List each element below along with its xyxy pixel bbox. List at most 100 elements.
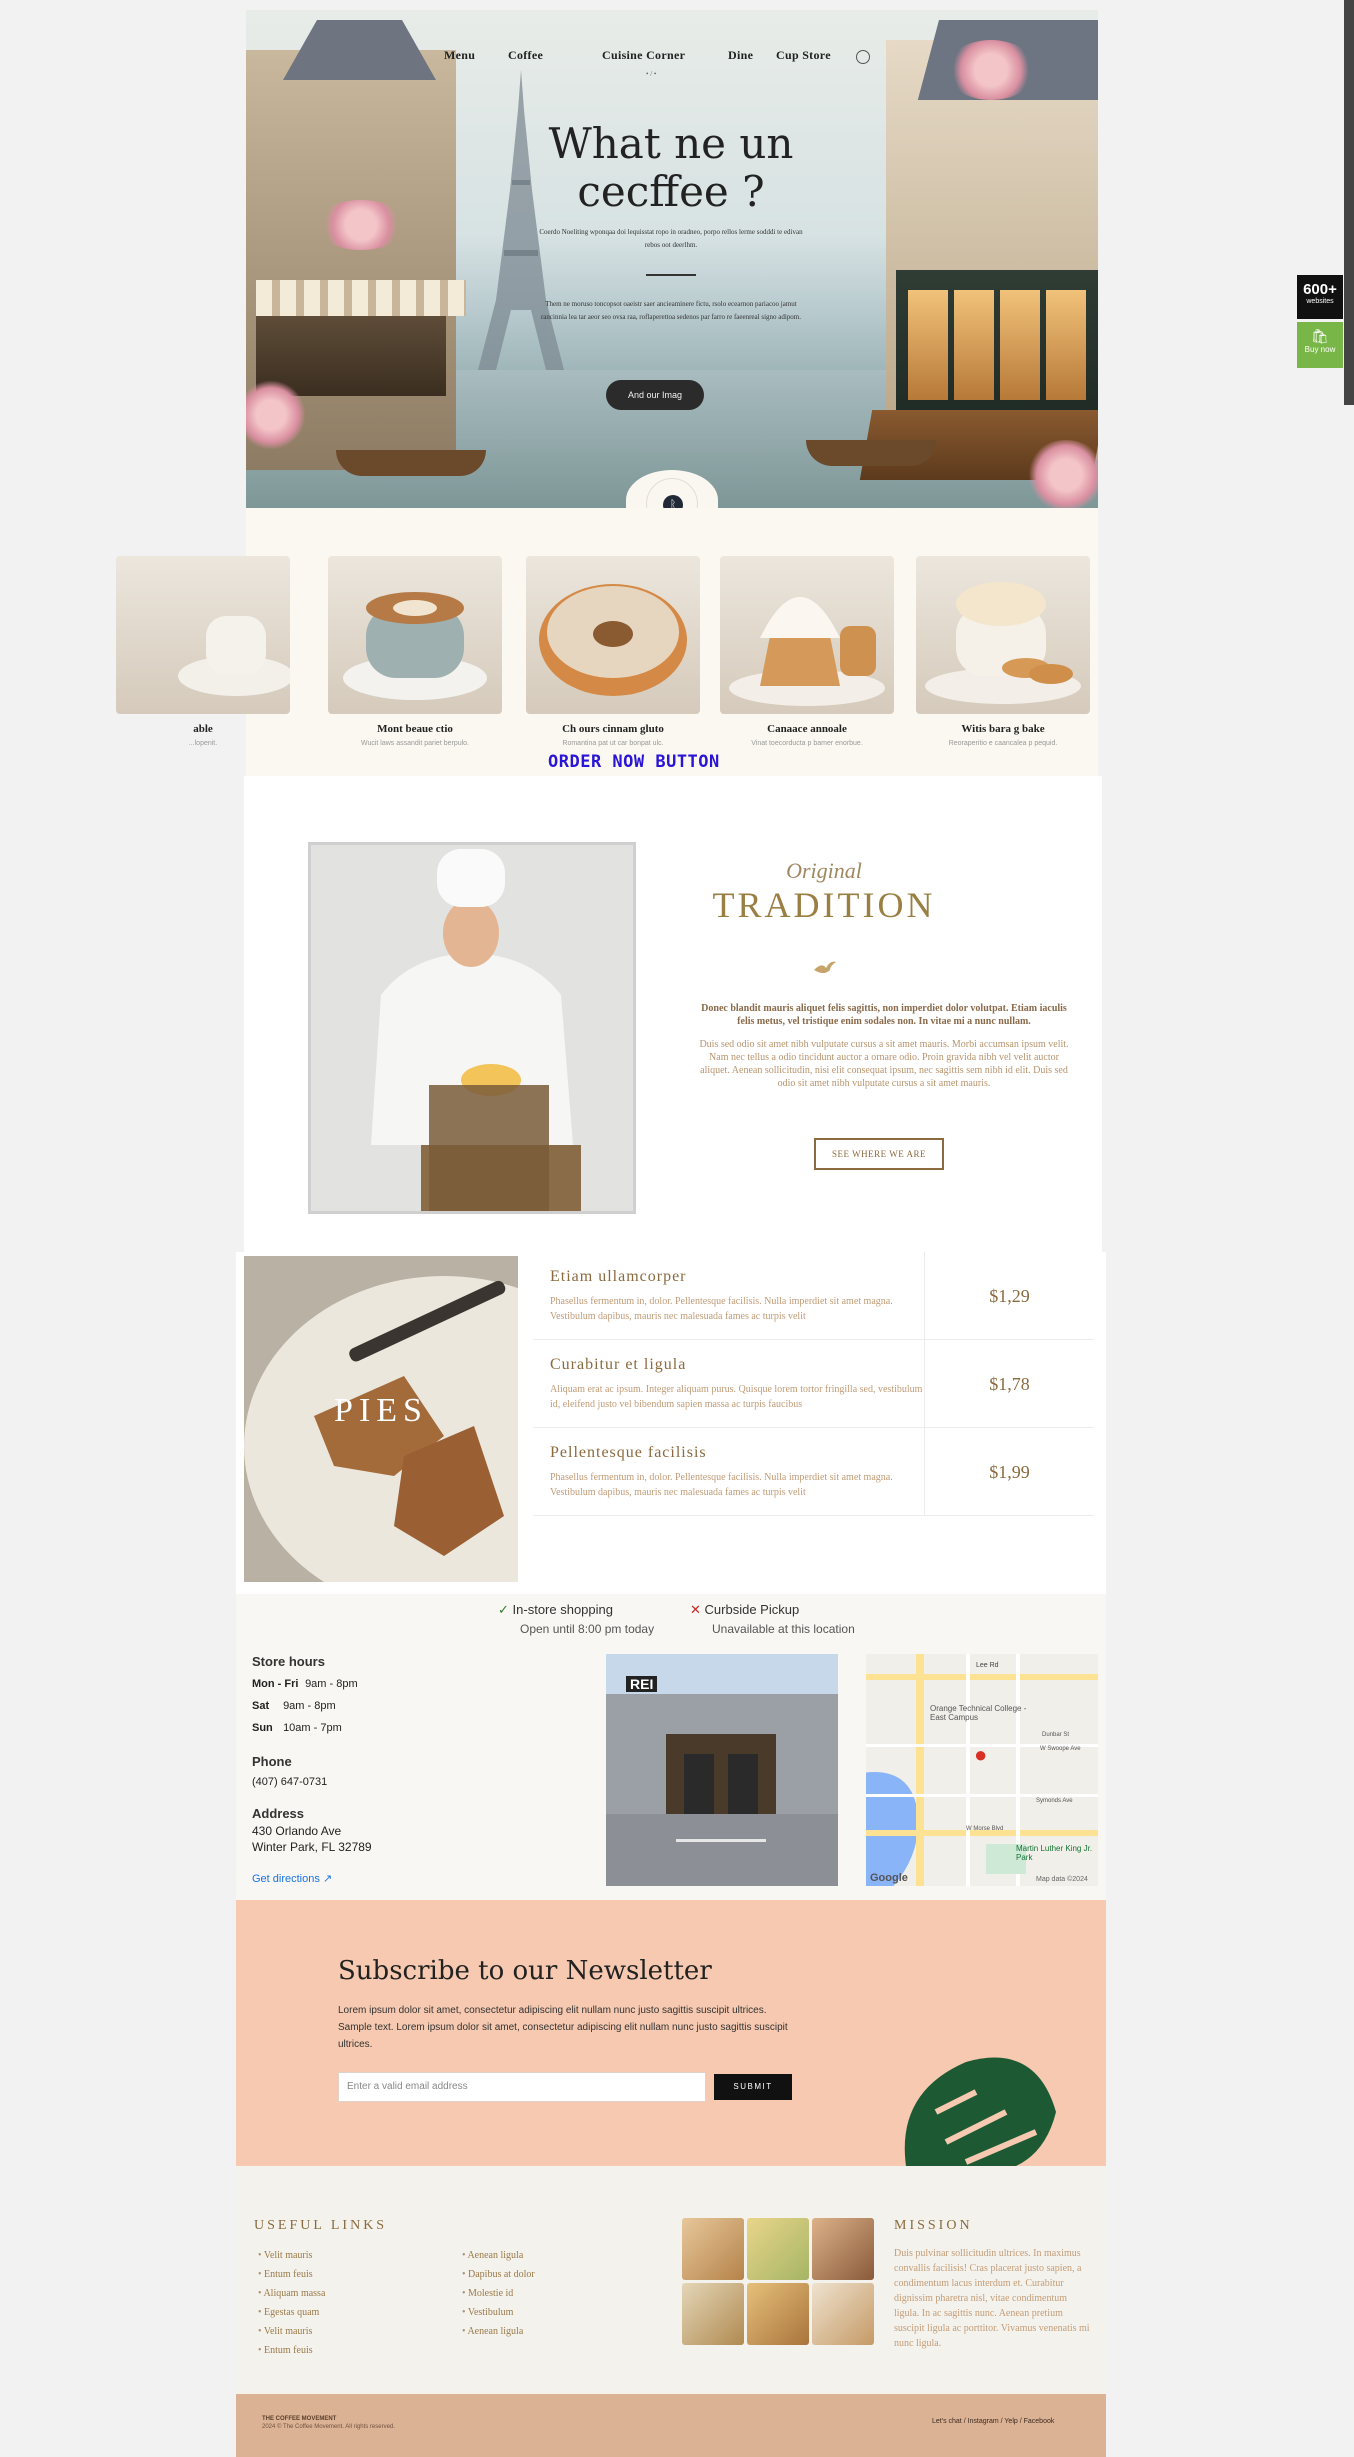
hero-bakery-right: [896, 270, 1098, 420]
bird-ornament-icon: [814, 961, 836, 973]
curbside-pickup-option: ✕ Curbside Pickup Unavailable at this lo…: [690, 1602, 855, 1636]
hero-intro-text: Coerdo Noeliting wponqaa doi lequisstat …: [539, 228, 803, 249]
mission-text: Duis pulvinar sollicitudin ultrices. In …: [894, 2248, 1090, 2349]
hero-boat-right: [806, 440, 936, 466]
hero-divider: [646, 274, 696, 276]
check-icon: ✓: [498, 1602, 509, 1617]
gallery-thumbnail[interactable]: [812, 2283, 874, 2345]
hours-time: 9am - 8pm: [283, 1700, 336, 1712]
product-card-image[interactable]: [116, 556, 290, 714]
menu-item-price: $1,99: [924, 1428, 1094, 1516]
footer-link[interactable]: Aliquam massa: [258, 2288, 325, 2299]
see-where-we-are-button[interactable]: SEE WHERE WE ARE: [814, 1138, 944, 1170]
hero-cta-button[interactable]: And our Imag: [606, 380, 704, 410]
footer-link[interactable]: Velit mauris: [258, 2250, 313, 2261]
scrollbar[interactable]: [1344, 0, 1354, 405]
google-logo: Google: [870, 1872, 908, 1884]
footer-link[interactable]: Entum feuis: [258, 2269, 313, 2280]
chef-photo: [308, 842, 636, 1214]
map-label: Dunbar St: [1042, 1732, 1070, 1738]
hours-day: Sat: [252, 1700, 270, 1712]
monstera-leaf-illustration: [904, 2057, 1056, 2166]
copyright: 2024 © The Coffee Movement. All rights r…: [262, 2424, 395, 2430]
footer-link[interactable]: Entum feuis: [258, 2345, 313, 2356]
get-directions-label: Get directions: [252, 1873, 320, 1885]
badge-sub: websites: [1306, 298, 1334, 305]
hero-flowers: [1026, 440, 1098, 508]
menu-item[interactable]: Curabitur et ligula Aliquam erat ac ipsu…: [534, 1340, 1094, 1428]
product-name: able: [193, 723, 213, 735]
menu-item-name: Etiam ullamcorper: [550, 1268, 687, 1285]
footer-link[interactable]: Velit mauris: [258, 2326, 313, 2337]
order-now-button-label[interactable]: ORDER NOW BUTTON: [548, 752, 720, 772]
shopping-bag-icon: 🛍: [1311, 328, 1329, 344]
websites-count-badge[interactable]: 600+ websites: [1297, 275, 1343, 319]
product-card-image[interactable]: [526, 556, 700, 714]
nav-item-cup-store[interactable]: Cup Store: [776, 48, 831, 63]
newsletter-text: Lorem ipsum dolor sit amet, consectetur …: [338, 2005, 788, 2050]
phone-number[interactable]: (407) 647-0731: [252, 1776, 327, 1788]
nav-item-menu[interactable]: Menu: [444, 48, 475, 63]
footer-link[interactable]: Aenean ligula: [462, 2250, 523, 2261]
buy-now-button[interactable]: 🛍 Buy now: [1297, 322, 1343, 368]
store-hours-row: Sun 10am - 7pm: [252, 1722, 342, 1734]
menu-item[interactable]: Pellentesque facilisis Phasellus ferment…: [534, 1428, 1094, 1516]
gallery-thumbnail[interactable]: [682, 2218, 744, 2280]
product-subtitle: ...lopenit.: [188, 740, 218, 747]
footer: USEFUL LINKS Velit mauris Entum feuis Al…: [236, 2166, 1106, 2394]
hours-day: Mon - Fri: [252, 1678, 299, 1690]
email-field[interactable]: Enter a valid email address: [338, 2072, 706, 2102]
address-line-2: Winter Park, FL 32789: [252, 1840, 372, 1854]
in-store-hours: Open until 8:00 pm today: [520, 1622, 655, 1636]
map-label: Orange Technical College - East Campus: [930, 1704, 1027, 1722]
hours-time: 10am - 7pm: [283, 1722, 342, 1734]
bottom-bar: THE COFFEE MOVEMENT 2024 © The Coffee Mo…: [236, 2394, 1106, 2457]
menu-item[interactable]: Etiam ullamcorper Phasellus fermentum in…: [534, 1252, 1094, 1340]
nav-search-icon[interactable]: [856, 50, 870, 64]
product-subtitle: Romantina pat ut car bonpat ulc.: [562, 740, 664, 747]
tradition-script-heading: Original: [786, 858, 862, 883]
map-label: Symonds Ave: [1036, 1798, 1073, 1804]
product-card-image[interactable]: [328, 556, 502, 714]
nav-item-cuisine[interactable]: Cuisine Corner: [602, 48, 685, 63]
footer-link[interactable]: Egestas quam: [258, 2307, 319, 2318]
store-info-section: ✓ In-store shopping Open until 8:00 pm t…: [236, 1594, 1106, 1900]
map-pin-icon[interactable]: ●: [974, 1742, 987, 1768]
product-card-image[interactable]: [720, 556, 894, 714]
product-subtitle: Vinat toecorducta p bamer enorbue.: [751, 740, 863, 747]
hero-flowers: [316, 200, 406, 250]
map-credit: Map data ©2024: [1036, 1876, 1088, 1883]
social-links[interactable]: Let's chat / Instagram / Yelp / Facebook: [932, 2418, 1054, 2425]
menu-item-description: Aliquam erat ac ipsum. Integer aliquam p…: [550, 1384, 923, 1410]
gallery-thumbnail[interactable]: [747, 2218, 809, 2280]
footer-link[interactable]: Dapibus at dolor: [462, 2269, 535, 2280]
map-label: Martin Luther King Jr. Park: [1016, 1844, 1093, 1862]
tradition-lead-text: Donec blandit mauris aliquet felis sagit…: [701, 1003, 1067, 1027]
hero-body-text: Them ne moruso toncopsot oaeistr saer an…: [540, 300, 802, 321]
gallery-thumbnail[interactable]: [812, 2218, 874, 2280]
nav-item-coffee[interactable]: Coffee: [508, 48, 543, 63]
site-name: THE COFFEE MOVEMENT: [262, 2416, 337, 2422]
footer-link[interactable]: Vestibulum: [462, 2307, 514, 2318]
submit-button[interactable]: SUBMIT: [714, 2074, 792, 2100]
menu-item-price: $1,29: [924, 1252, 1094, 1340]
hero-title: What ne un cecffee ?: [548, 119, 794, 216]
hero-flowers: [946, 40, 1036, 100]
gallery-thumbnail[interactable]: [682, 2283, 744, 2345]
product-name: Canaace annoale: [767, 723, 847, 735]
product-name: Ch ours cinnam gluto: [562, 723, 664, 735]
storefront-photo: REI: [606, 1654, 838, 1886]
product-card-image[interactable]: [916, 556, 1090, 714]
menu-item-price: $1,78: [924, 1340, 1094, 1428]
menu-item-description: Phasellus fermentum in, dolor. Pellentes…: [550, 1296, 893, 1322]
nav-item-dine[interactable]: Dine: [728, 48, 753, 63]
newsletter-title: Subscribe to our Newsletter: [338, 1956, 712, 1986]
gallery-thumbnail[interactable]: [747, 2283, 809, 2345]
curbside-label: Curbside Pickup: [704, 1602, 800, 1617]
menu-section: PIES Etiam ullamcorper Phasellus ferment…: [236, 1252, 1106, 1594]
footer-link[interactable]: Aenean ligula: [462, 2326, 523, 2337]
footer-link[interactable]: Molestie id: [462, 2288, 513, 2299]
store-map[interactable]: ● Lee Rd Orange Technical College - East…: [866, 1654, 1098, 1886]
menu-category-title: PIES: [334, 1392, 428, 1429]
get-directions-link[interactable]: Get directions ↗: [252, 1872, 332, 1885]
